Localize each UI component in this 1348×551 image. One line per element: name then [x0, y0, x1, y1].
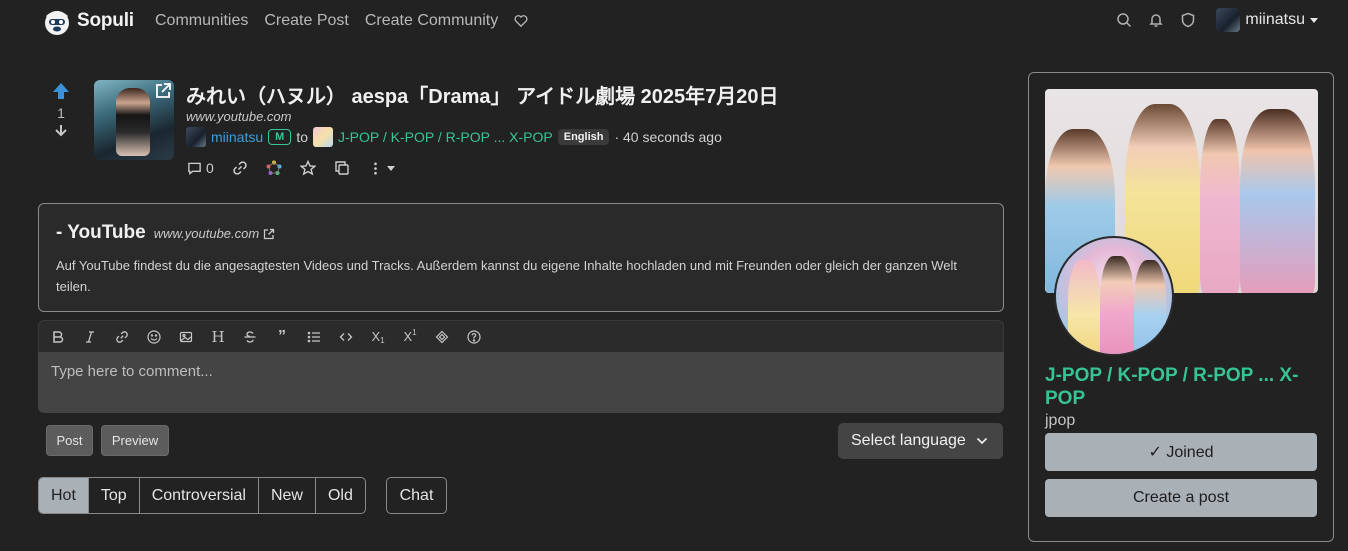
- tab-top[interactable]: Top: [89, 478, 140, 513]
- link-icon[interactable]: [113, 328, 131, 346]
- superscript-icon[interactable]: X1: [401, 328, 419, 346]
- copy-icon[interactable]: [334, 160, 350, 176]
- chevron-down-icon: [976, 437, 987, 445]
- more-actions-button[interactable]: [368, 161, 395, 176]
- to-label: to: [296, 129, 308, 145]
- language-select-label: Select language: [851, 432, 966, 449]
- help-icon[interactable]: [465, 328, 483, 346]
- post-meta: miinatsu M to J-POP / K-POP / R-POP ... …: [186, 127, 722, 147]
- fediverse-icon[interactable]: [266, 160, 282, 176]
- post-button[interactable]: Post: [46, 425, 93, 456]
- post-time: · 40 seconds ago: [614, 129, 722, 145]
- tab-new[interactable]: New: [259, 478, 316, 513]
- strikethrough-icon[interactable]: [241, 328, 259, 346]
- user-menu[interactable]: miinatsu: [1216, 8, 1318, 32]
- embed-title[interactable]: - YouTube: [56, 222, 146, 244]
- post-domain: www.youtube.com: [186, 109, 292, 124]
- avatar: [1216, 8, 1241, 32]
- comment-icon: [188, 162, 201, 175]
- caret-down-icon: [386, 165, 395, 171]
- header-icon[interactable]: H: [209, 328, 227, 346]
- comments-button[interactable]: 0: [187, 160, 214, 176]
- community-avatar: [313, 127, 333, 147]
- author-avatar: [186, 127, 206, 147]
- nav-communities[interactable]: Communities: [155, 12, 248, 30]
- subscript-icon[interactable]: X1: [369, 328, 387, 346]
- community-icon: [1054, 236, 1174, 356]
- quote-icon[interactable]: ”: [273, 328, 291, 346]
- nav-right: miinatsu: [1116, 8, 1318, 32]
- language-badge: English: [557, 129, 610, 145]
- embed-domain: www.youtube.com: [153, 226, 260, 241]
- tab-hot[interactable]: Hot: [39, 478, 89, 513]
- post-title[interactable]: みれい（ハヌル） aespa「Drama」 アイドル劇場 2025年7月20日: [186, 80, 779, 109]
- emoji-icon[interactable]: [145, 328, 163, 346]
- brand-name: Sopuli: [77, 10, 134, 31]
- tab-controversial[interactable]: Controversial: [140, 478, 259, 513]
- star-icon[interactable]: [299, 160, 316, 176]
- sort-tabs: Hot Top Controversial New Old: [38, 477, 366, 514]
- tab-old[interactable]: Old: [316, 478, 365, 513]
- code-icon[interactable]: [337, 328, 355, 346]
- editor-toolbar: H ” X1 X1: [38, 320, 1004, 352]
- nav-links: Communities Create Post Create Community: [155, 12, 528, 30]
- embed-header: - YouTube www.youtube.com: [56, 222, 275, 244]
- preview-button[interactable]: Preview: [101, 425, 169, 456]
- bell-icon[interactable]: [1148, 12, 1164, 28]
- external-link-icon[interactable]: [154, 82, 172, 100]
- downvote-arrow-icon[interactable]: [53, 123, 69, 137]
- post-actions: 0: [187, 160, 395, 176]
- link-icon[interactable]: [232, 160, 248, 176]
- upvote-arrow-icon[interactable]: [51, 82, 71, 100]
- create-post-button[interactable]: Create a post: [1045, 479, 1317, 517]
- post-thumbnail[interactable]: [94, 80, 174, 160]
- bold-icon[interactable]: [49, 328, 67, 346]
- list-icon[interactable]: [305, 328, 323, 346]
- language-select[interactable]: Select language: [838, 423, 1003, 459]
- username: miinatsu: [1245, 11, 1305, 28]
- community-handle: jpop: [1045, 412, 1076, 429]
- sopuli-logo-icon: [45, 11, 69, 35]
- image-icon[interactable]: [177, 328, 195, 346]
- shield-icon[interactable]: [1180, 12, 1196, 28]
- comment-textarea[interactable]: Type here to comment...: [38, 352, 1004, 413]
- caret-down-icon: [1310, 17, 1318, 23]
- embed-domain-wrap[interactable]: www.youtube.com: [154, 226, 276, 241]
- vote-box: 1: [50, 82, 72, 140]
- navbar: Sopuli Communities Create Post Create Co…: [0, 0, 1348, 42]
- external-link-icon: [264, 228, 275, 239]
- heart-icon[interactable]: [514, 14, 528, 28]
- comment-count: 0: [206, 160, 214, 176]
- nav-create-community[interactable]: Create Community: [365, 12, 498, 30]
- joined-button[interactable]: ✓ Joined: [1045, 433, 1317, 471]
- mod-badge: M: [268, 129, 292, 145]
- thumbnail-figure: [116, 88, 150, 156]
- link-embed-card: - YouTube www.youtube.com Auf YouTube fi…: [38, 203, 1004, 312]
- search-icon[interactable]: [1116, 12, 1132, 28]
- italic-icon[interactable]: [81, 328, 99, 346]
- community-sidebar: J-POP / K-POP / R-POP ... X-POP jpop ✓ J…: [1028, 72, 1334, 542]
- nav-create-post[interactable]: Create Post: [264, 12, 348, 30]
- more-vertical-icon: [373, 162, 377, 174]
- spoiler-icon[interactable]: [433, 328, 451, 346]
- author-link[interactable]: miinatsu: [211, 129, 263, 145]
- community-name[interactable]: J-POP / K-POP / R-POP ... X-POP: [1045, 364, 1325, 410]
- vote-score: 1: [57, 105, 65, 121]
- chat-button[interactable]: Chat: [386, 477, 447, 514]
- embed-description: Auf YouTube findest du die angesagtesten…: [56, 258, 957, 294]
- brand[interactable]: Sopuli: [41, 6, 134, 36]
- community-link[interactable]: J-POP / K-POP / R-POP ... X-POP: [338, 129, 553, 145]
